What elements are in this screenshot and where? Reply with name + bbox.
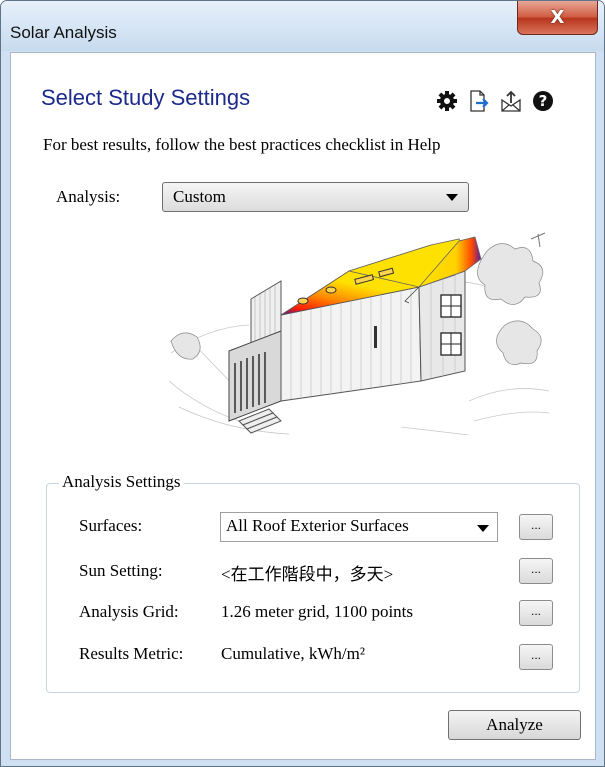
help-icon-glyph: ? [539,92,548,110]
chevron-down-icon [446,194,458,201]
sun-setting-browse-button[interactable]: ... [519,558,553,584]
surfaces-dropdown[interactable]: All Roof Exterior Surfaces [220,512,498,542]
close-button[interactable]: X [517,1,598,35]
sun-setting-label: Sun Setting: [79,561,163,580]
analysis-value: Custom [173,187,226,206]
facade-slot-window [374,326,377,348]
surfaces-value: All Roof Exterior Surfaces [226,516,409,535]
export-icon[interactable] [468,90,490,112]
title-bar[interactable]: Solar Analysis X [1,1,604,51]
analyze-button[interactable]: Analyze [448,710,581,740]
results-metric-label: Results Metric: [79,644,184,663]
window-title: Solar Analysis [10,23,117,42]
analysis-grid-browse-button[interactable]: ... [519,600,553,626]
page-title: Select Study Settings [41,85,251,110]
surfaces-label: Surfaces: [79,516,143,535]
toolbar: ? [436,90,554,112]
results-metric-browse-button[interactable]: ... [519,644,553,670]
sun-setting-value: <在工作階段中，多天> [221,565,394,584]
analysis-label: Analysis: [56,187,121,206]
analysis-grid-label: Analysis Grid: [79,602,179,621]
porch-block [228,330,282,422]
help-icon[interactable]: ? [532,90,554,112]
chevron-down-icon [477,525,489,532]
analysis-grid-value: 1.26 meter grid, 1100 points [221,602,414,621]
tree-branch [530,232,546,248]
building-preview [169,232,549,435]
analysis-dropdown[interactable]: Custom [162,182,469,212]
dialog-body: Select Study Settings ? For best results… [10,52,596,760]
intro-text: For best results, follow the best practi… [43,135,441,154]
results-metric-value: Cumulative, kWh/m² [221,644,365,663]
share-icon[interactable] [500,90,522,112]
solar-analysis-window: Solar Analysis X Select Study Settings ?… [0,0,605,767]
east-wing [418,270,466,382]
gear-icon[interactable] [436,90,458,112]
analysis-settings-title: Analysis Settings [59,472,184,492]
analysis-settings-group: Analysis Settings Surfaces: All Roof Ext… [46,472,580,693]
surfaces-browse-button[interactable]: ... [519,514,553,540]
close-icon: X [550,7,565,28]
